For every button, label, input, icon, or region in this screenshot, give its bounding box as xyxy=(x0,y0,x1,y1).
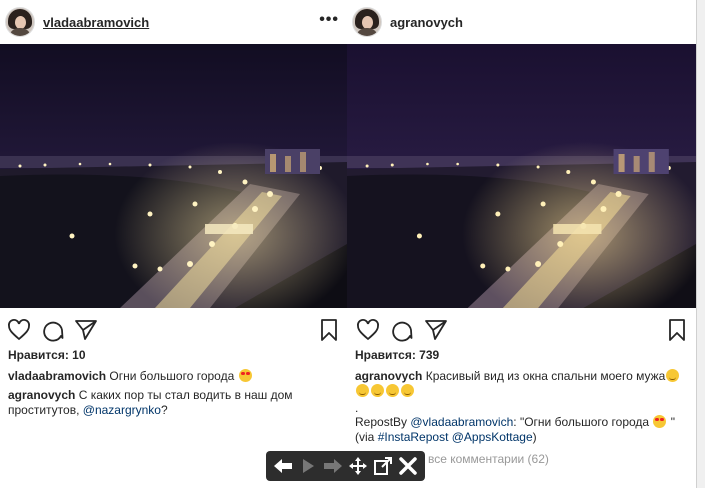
night-city-photo xyxy=(347,44,696,308)
caption: vladaabramovich Огни большого города xyxy=(8,369,337,384)
instagram-post-left: vladaabramovich ••• Нравится: 10 vladaab… xyxy=(0,0,347,488)
heart-icon[interactable] xyxy=(7,318,31,342)
caption-dot: . xyxy=(355,401,359,415)
heart-icon[interactable] xyxy=(356,318,380,342)
smile-emoji-icon xyxy=(386,384,399,397)
smile-emoji-icon xyxy=(401,384,414,397)
caption-text: Красивый вид из окна спальни моего мужа xyxy=(425,369,666,383)
repost-credit: RepostBy @vladaabramovich: "Огни большог… xyxy=(355,415,686,445)
post-username[interactable]: agranovych xyxy=(390,15,463,30)
view-all-comments-link[interactable]: все комментарии (62) xyxy=(428,452,549,466)
comment: agranovych С каких пор ты стал водить в … xyxy=(8,388,337,418)
bookmark-icon[interactable] xyxy=(317,318,341,342)
post-header: agranovych xyxy=(347,0,696,44)
comment-suffix: ? xyxy=(160,403,168,417)
avatar[interactable] xyxy=(5,7,35,37)
app-mention[interactable]: @AppsKottage xyxy=(452,430,533,444)
night-city-photo xyxy=(0,44,347,308)
image-viewer-toolbar xyxy=(266,451,425,481)
comment-username[interactable]: agranovych xyxy=(8,388,75,402)
smile-emoji-icon xyxy=(666,369,680,382)
instagram-post-right: agranovych Нравится: 739 agranovych Крас… xyxy=(347,0,696,488)
heart-eyes-emoji-icon xyxy=(238,369,252,382)
comment-mention[interactable]: @nazargrynko xyxy=(83,403,161,417)
heart-eyes-emoji-icon xyxy=(653,415,667,428)
avatar[interactable] xyxy=(352,7,382,37)
post-header: vladaabramovich ••• xyxy=(0,0,347,44)
caption-username[interactable]: vladaabramovich xyxy=(8,369,106,383)
close-icon[interactable] xyxy=(397,455,419,477)
caption: agranovych Красивый вид из окна спальни … xyxy=(355,369,686,399)
likes-count[interactable]: Нравится: 739 xyxy=(355,348,439,362)
play-icon[interactable] xyxy=(297,455,319,477)
post-photo[interactable] xyxy=(0,44,347,308)
caption-text: Огни большого города xyxy=(109,369,235,383)
smile-emoji-icon xyxy=(356,384,369,397)
window-edge xyxy=(696,0,705,488)
post-actions xyxy=(0,314,347,344)
open-external-icon[interactable] xyxy=(372,455,394,477)
arrow-right-icon[interactable] xyxy=(322,455,344,477)
smile-emoji-icon xyxy=(371,384,384,397)
repost-close: ) xyxy=(532,430,537,444)
send-icon[interactable] xyxy=(424,318,448,342)
move-icon[interactable] xyxy=(347,455,369,477)
comment-icon[interactable] xyxy=(390,318,414,342)
repost-mention[interactable]: @vladaabramovich xyxy=(410,415,513,429)
repost-prefix: RepostBy xyxy=(355,415,408,429)
bookmark-icon[interactable] xyxy=(665,318,689,342)
more-options-icon[interactable]: ••• xyxy=(319,12,339,28)
caption-username[interactable]: agranovych xyxy=(355,369,422,383)
repost-text: : "Огни большого города xyxy=(513,415,650,429)
hashtag-link[interactable]: #InstaRepost xyxy=(378,430,449,444)
post-username[interactable]: vladaabramovich xyxy=(43,15,149,30)
send-icon[interactable] xyxy=(74,318,98,342)
comment-icon[interactable] xyxy=(41,318,65,342)
arrow-left-icon[interactable] xyxy=(272,455,294,477)
post-photo[interactable] xyxy=(347,44,696,308)
likes-count[interactable]: Нравится: 10 xyxy=(8,348,86,362)
post-actions xyxy=(347,314,696,344)
